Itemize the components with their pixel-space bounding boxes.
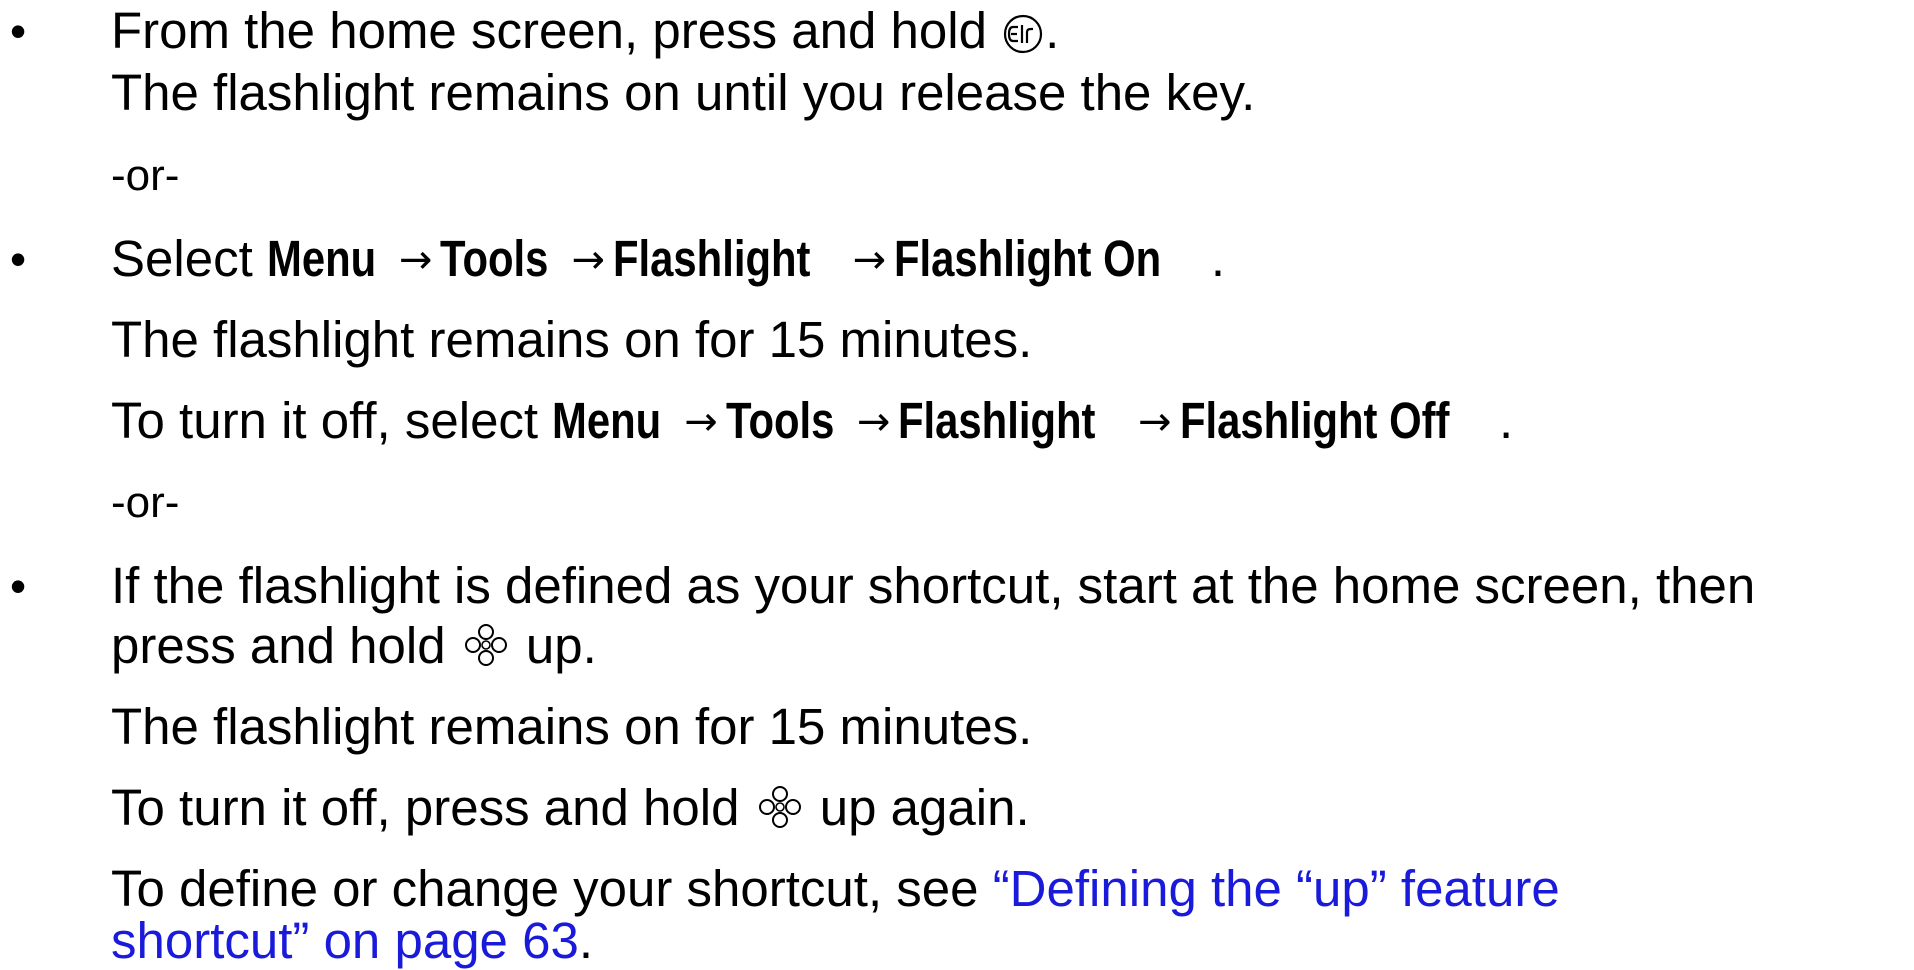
- step-2-duration: The flashlight remains on for 15 minutes…: [111, 311, 1033, 368]
- step-3-turn-off: To turn it off, press and hold up again.: [111, 779, 1030, 845]
- define-text: To define or change your shortcut, see: [111, 860, 979, 917]
- flashlight-off-label: Flashlight Off: [1179, 392, 1450, 449]
- nav-key-icon: [754, 781, 806, 845]
- or-separator-2: -or-: [111, 478, 180, 527]
- period: .: [578, 912, 593, 969]
- arrow-icon: →: [398, 237, 433, 283]
- tools-label: Tools: [440, 230, 549, 287]
- shortcut-page-link[interactable]: “Defining the “up” feature: [993, 860, 1560, 917]
- step-2-path-on: Select Menu → Tools → Flashlight → Flashlight …: [111, 230, 1225, 289]
- bullet-1: •: [10, 5, 27, 57]
- press-hold-text: press and hold: [111, 617, 446, 674]
- step-2-path-off: To turn it off, select Menu → Tools → Flashl…: [111, 392, 1513, 451]
- step-3-line-1: If the flashlight is defined as your sho…: [111, 557, 1756, 614]
- turn-off-text: To turn it off, select: [111, 392, 539, 449]
- menu-label: Menu: [266, 230, 377, 287]
- period: .: [1210, 230, 1225, 287]
- up-text: up.: [525, 617, 597, 674]
- up-again-text: up again.: [819, 779, 1030, 836]
- step-1-line-1: From the home screen, press and hold .: [111, 2, 1059, 68]
- arrow-icon: →: [571, 237, 605, 283]
- arrow-icon: →: [684, 399, 718, 445]
- manual-page: • From the home screen, press and hold .…: [0, 0, 1914, 969]
- step-1-period: .: [1045, 2, 1060, 59]
- arrow-icon: →: [852, 237, 887, 283]
- step-1-line-2: The flashlight remains on until you rele…: [111, 64, 1256, 121]
- arrow-icon: →: [1138, 399, 1172, 445]
- bullet-2: •: [10, 233, 27, 285]
- or-separator-1: -or-: [111, 151, 180, 200]
- tools-label: Tools: [725, 392, 835, 449]
- flashlight-label: Flashlight: [612, 230, 811, 287]
- bullet-3: •: [10, 560, 27, 612]
- arrow-icon: →: [856, 399, 891, 445]
- step-3-line-2: press and hold up.: [111, 617, 597, 683]
- nav-key-icon: [460, 619, 512, 683]
- clr-key-icon: [1001, 10, 1045, 68]
- shortcut-page-link-continued[interactable]: shortcut” on page 63: [111, 912, 579, 969]
- select-text: Select: [111, 230, 253, 287]
- flashlight-label: Flashlight: [898, 392, 1096, 449]
- turn-off-text: To turn it off, press and hold: [111, 779, 740, 836]
- step-3-duration: The flashlight remains on for 15 minutes…: [111, 698, 1033, 755]
- step-3-define-line-2: shortcut” on page 63.: [111, 912, 593, 970]
- step-3-define-line-1: To define or change your shortcut, see “…: [111, 860, 1560, 918]
- menu-label: Menu: [552, 392, 662, 449]
- period: .: [1499, 392, 1514, 449]
- flashlight-on-label: Flashlight On: [894, 230, 1162, 287]
- step-1-text: From the home screen, press and hold: [111, 2, 987, 59]
